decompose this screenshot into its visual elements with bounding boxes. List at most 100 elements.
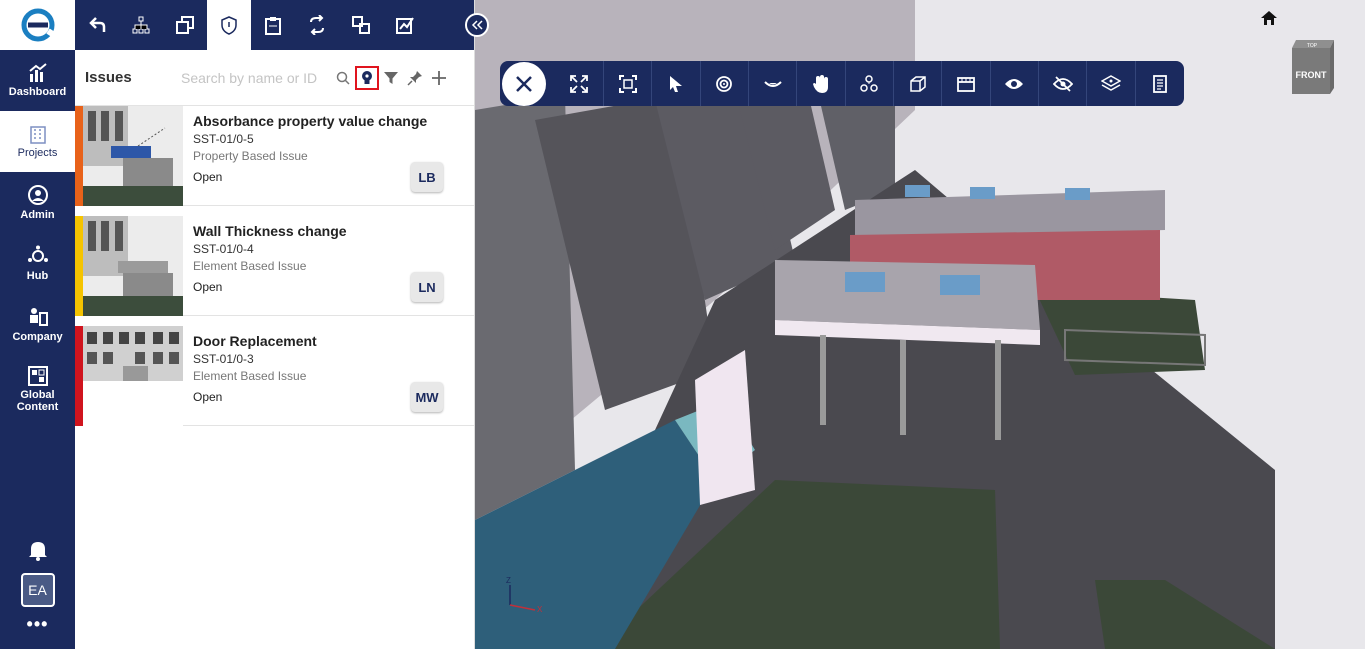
double-chevron-left-icon — [471, 20, 483, 30]
back-button[interactable] — [75, 0, 119, 50]
shield-icon — [221, 16, 237, 35]
copy-icon — [176, 16, 194, 34]
page-title: Issues — [85, 69, 132, 86]
nav-label: Hub — [26, 270, 49, 282]
main-nav: Dashboard Projects Admin Hub Company Glo… — [0, 0, 75, 649]
sync-icon — [310, 15, 324, 35]
cube-icon — [910, 75, 926, 92]
nav-admin[interactable]: Admin — [0, 172, 75, 233]
clipboard-icon — [265, 17, 281, 35]
section-box-button[interactable] — [894, 61, 943, 106]
document-icon — [1153, 74, 1167, 93]
home-view-button[interactable] — [1260, 10, 1278, 31]
compare-button[interactable] — [339, 0, 383, 50]
undo-icon — [89, 17, 106, 32]
fit-view-button[interactable] — [604, 61, 653, 106]
issue-card[interactable]: Wall Thickness change SST-01/0-4 Element… — [75, 216, 474, 316]
issue-title: Wall Thickness change — [193, 223, 347, 239]
chart-icon — [28, 63, 47, 82]
orbit-button[interactable] — [701, 61, 750, 106]
close-viewer-button[interactable] — [502, 61, 546, 106]
properties-button[interactable] — [1136, 61, 1184, 106]
assignee-badge[interactable]: LN — [411, 272, 443, 302]
nav-label: Company — [12, 331, 63, 343]
issue-id: SST-01/0-4 — [193, 242, 254, 256]
issue-card[interactable]: Absorbance property value change SST-01/… — [75, 106, 474, 206]
issues-panel: Issues Search by name or ID Absorbance p… — [75, 0, 475, 649]
issue-status: Open — [193, 280, 223, 294]
priority-bar — [75, 326, 83, 426]
add-icon[interactable] — [427, 66, 451, 90]
axis-x-label: X — [537, 605, 543, 614]
look-around-button[interactable] — [749, 61, 798, 106]
section-plane-button[interactable] — [942, 61, 991, 106]
nav-dashboard[interactable]: Dashboard — [0, 50, 75, 111]
copy-button[interactable] — [163, 0, 207, 50]
home-icon — [1261, 11, 1277, 25]
tree-button[interactable] — [119, 0, 163, 50]
eye-icon — [1005, 78, 1024, 89]
nav-projects[interactable]: Projects — [0, 111, 75, 172]
nav-global-content[interactable]: Global Content — [0, 355, 75, 423]
collapse-panel-button[interactable] — [465, 13, 489, 37]
issue-thumbnail — [83, 106, 183, 206]
cube-top-label: TOP — [1307, 43, 1318, 49]
close-icon — [516, 75, 532, 92]
user-avatar[interactable]: EA — [20, 573, 55, 607]
issue-card[interactable]: Door Replacement SST-01/0-3 Element Base… — [75, 326, 474, 426]
issue-type: Property Based Issue — [193, 149, 308, 163]
app-logo[interactable] — [0, 0, 75, 50]
issue-status: Open — [193, 170, 223, 184]
issue-type: Element Based Issue — [193, 369, 307, 383]
issues-tab[interactable] — [207, 0, 251, 50]
view-cube[interactable]: TOP FRONT — [1290, 38, 1336, 94]
issue-thumbnail — [83, 326, 183, 426]
pin-icon[interactable] — [403, 66, 427, 90]
chart-check-icon — [396, 17, 414, 34]
nav-label: Global Content — [16, 388, 59, 413]
explode-button[interactable] — [846, 61, 895, 106]
assignee-badge[interactable]: LB — [411, 162, 443, 192]
rfi-button[interactable] — [251, 0, 295, 50]
user-circle-icon — [27, 185, 48, 205]
pan-button[interactable] — [797, 61, 846, 106]
hub-icon — [27, 245, 48, 262]
issue-id: SST-01/0-5 — [193, 132, 254, 146]
bell-icon[interactable] — [28, 539, 48, 561]
issue-list: Absorbance property value change SST-01/… — [75, 106, 474, 426]
nav-hub[interactable]: Hub — [0, 233, 75, 294]
company-icon — [29, 308, 48, 326]
section-icon — [957, 76, 975, 92]
hide-button[interactable] — [1039, 61, 1088, 106]
fullscreen-button[interactable] — [556, 61, 605, 106]
lightbulb-icon[interactable] — [355, 65, 379, 90]
show-button[interactable] — [991, 61, 1040, 106]
search-icon[interactable] — [331, 66, 355, 90]
look-icon — [764, 80, 782, 87]
issue-title: Absorbance property value change — [193, 113, 428, 129]
select-button[interactable] — [652, 61, 701, 106]
issue-title: Door Replacement — [193, 333, 317, 349]
compare-icon — [352, 16, 370, 34]
nav-company[interactable]: Company — [0, 294, 75, 355]
hierarchy-icon — [132, 16, 150, 34]
nav-label: Dashboard — [8, 86, 67, 98]
orbit-icon — [716, 75, 733, 92]
more-icon[interactable]: ••• — [27, 615, 49, 633]
priority-bar — [75, 106, 83, 206]
expand-icon — [570, 74, 589, 93]
grid-icon — [27, 365, 48, 386]
analytics-button[interactable] — [383, 0, 427, 50]
isolate-button[interactable] — [1087, 61, 1136, 106]
nav-label: Projects — [17, 147, 58, 159]
issue-id: SST-01/0-3 — [193, 352, 254, 366]
cursor-icon — [670, 75, 683, 92]
search-input[interactable]: Search by name or ID — [181, 70, 331, 86]
hand-icon — [813, 74, 829, 93]
issue-thumbnail — [83, 216, 183, 316]
filter-icon[interactable] — [379, 66, 403, 90]
eye-off-icon — [1052, 75, 1073, 92]
assignee-badge[interactable]: MW — [411, 382, 443, 412]
issue-status: Open — [193, 390, 223, 404]
sync-button[interactable] — [295, 0, 339, 50]
